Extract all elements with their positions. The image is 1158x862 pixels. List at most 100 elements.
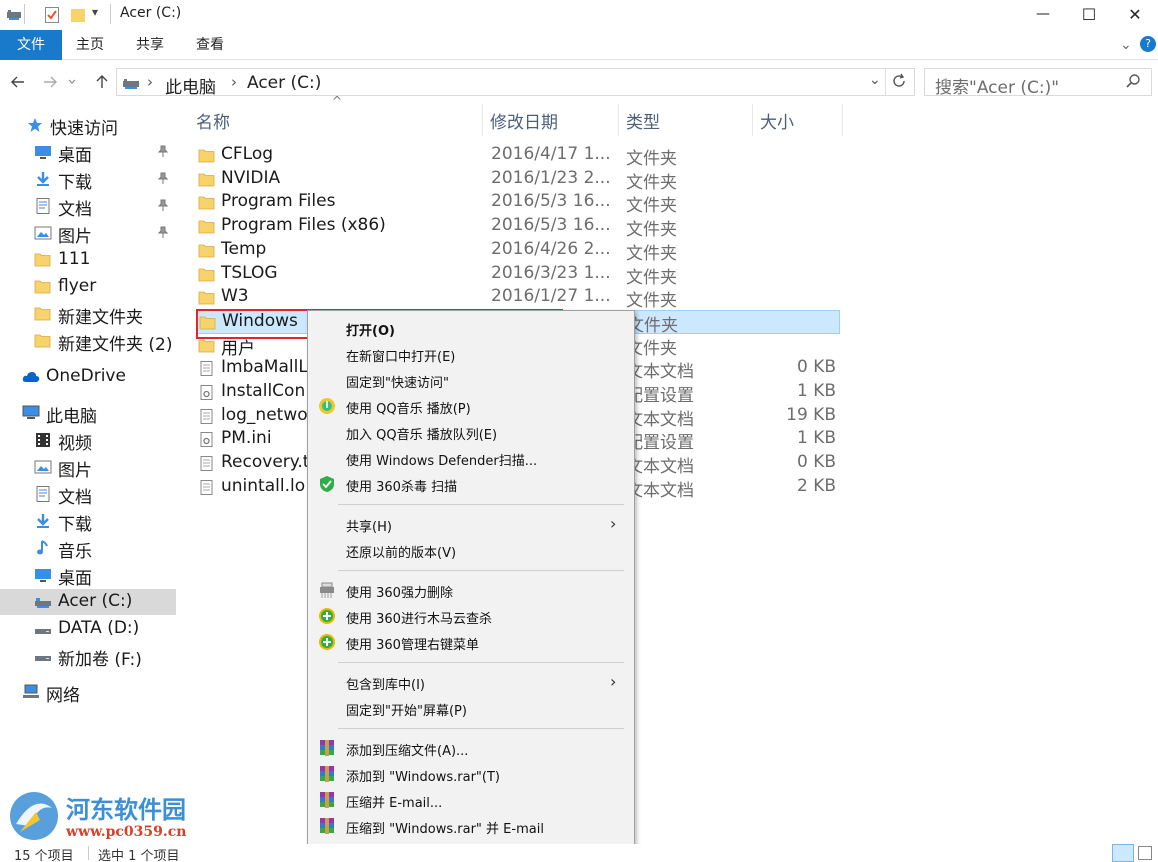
column-divider[interactable] <box>618 104 619 136</box>
quick-access-drive-icon[interactable] <box>6 6 22 24</box>
search-input[interactable]: 搜索"Acer (C:)" <box>935 73 1059 98</box>
nav-item[interactable]: 文档 <box>0 481 176 508</box>
menu-item-label: 使用 QQ音乐 播放(P) <box>346 402 471 417</box>
pin-icon[interactable] <box>157 145 169 160</box>
nav-item[interactable]: 新建文件夹 <box>0 301 176 328</box>
maximize-button[interactable]: ☐ <box>1066 0 1112 28</box>
nav-item[interactable]: 图片 <box>0 454 176 481</box>
close-button[interactable]: ✕ <box>1112 0 1158 28</box>
address-dropdown-icon[interactable]: ⌄ <box>869 72 881 88</box>
file-name: log_netwo <box>221 404 308 425</box>
customize-toolbar-icon[interactable]: ▾ <box>92 5 98 23</box>
minimize-button[interactable]: — <box>1020 0 1066 28</box>
column-header-name[interactable]: 名称 <box>196 104 230 136</box>
tab-file[interactable]: 文件 <box>0 30 62 60</box>
menu-item[interactable]: 还原以前的版本(V) <box>308 537 634 563</box>
nav-item[interactable]: 下载 <box>0 166 176 193</box>
chevron-down-icon <box>68 79 76 84</box>
large-icons-view-icon[interactable] <box>1138 846 1152 860</box>
back-button[interactable] <box>8 72 28 92</box>
menu-item[interactable]: 使用 360强力删除 <box>308 577 634 603</box>
properties-icon[interactable] <box>44 6 60 24</box>
menu-item[interactable]: 固定到"开始"屏幕(P) <box>308 695 634 721</box>
menu-item[interactable]: 在新窗口中打开(E) <box>308 341 634 367</box>
file-type: 配置设置 <box>626 386 694 406</box>
folder-icon <box>34 333 52 349</box>
new-folder-icon[interactable] <box>70 6 86 24</box>
file-row[interactable]: Temp 2016/4/26 2... 文件夹 <box>196 239 840 264</box>
pin-icon[interactable] <box>157 199 169 214</box>
column-header-date[interactable]: 修改日期 <box>490 104 558 136</box>
nav-item[interactable]: 网络 <box>0 679 176 706</box>
refresh-icon[interactable] <box>891 73 907 93</box>
nav-item[interactable]: DATA (D:) <box>0 616 176 642</box>
nav-item[interactable]: 视频 <box>0 427 176 454</box>
breadcrumb-this-pc[interactable]: 此电脑 <box>165 73 216 98</box>
menu-item[interactable]: 添加到 "Windows.rar"(T) <box>308 761 634 787</box>
menu-item[interactable]: 使用 360杀毒 扫描 <box>308 471 634 497</box>
nav-item[interactable]: 快速访问 <box>0 112 176 139</box>
menu-item[interactable]: 使用 360管理右键菜单 <box>308 629 634 655</box>
menu-item[interactable]: 打开(O) <box>308 315 634 341</box>
minimize-icon: — <box>1036 6 1050 22</box>
ribbon-expand-icon[interactable]: ⌄ <box>1120 37 1132 53</box>
pin-icon[interactable] <box>157 172 169 187</box>
up-button[interactable] <box>92 72 112 92</box>
menu-item[interactable]: 添加到压缩文件(A)... <box>308 735 634 761</box>
navigation-bar: › 此电脑 › Acer (C:) ⌄ 搜索"Acer (C:)" <box>0 60 1158 104</box>
menu-item[interactable]: 使用 360进行木马云查杀 <box>308 603 634 629</box>
menu-item[interactable]: 使用 QQ音乐 播放(P) <box>308 393 634 419</box>
nav-item[interactable]: 下载 <box>0 508 176 535</box>
nav-item[interactable]: 此电脑 <box>0 400 176 427</box>
nav-item[interactable]: 桌面 <box>0 562 176 589</box>
menu-item[interactable]: 压缩并 E-mail... <box>308 787 634 813</box>
help-icon[interactable]: ? <box>1140 36 1156 52</box>
column-divider[interactable] <box>482 104 483 136</box>
menu-item[interactable]: 加入 QQ音乐 播放队列(E) <box>308 419 634 445</box>
address-bar[interactable]: › 此电脑 › Acer (C:) ⌄ <box>116 68 915 98</box>
nav-item-label: flyer <box>58 276 97 296</box>
search-box[interactable]: 搜索"Acer (C:)" <box>924 68 1152 98</box>
menu-item-label: 包含到库中(I) <box>346 678 425 693</box>
config-file-icon <box>198 432 215 448</box>
pin-icon[interactable] <box>157 226 169 241</box>
nav-item[interactable]: 新加卷 (F:) <box>0 643 176 670</box>
column-divider[interactable] <box>842 104 843 136</box>
nav-item[interactable]: 桌面 <box>0 139 176 166</box>
menu-item[interactable]: 使用 Windows Defender扫描... <box>308 445 634 471</box>
file-row[interactable]: Program Files 2016/5/3 16... 文件夹 <box>196 191 840 216</box>
recent-locations-button[interactable] <box>66 72 78 92</box>
nav-item[interactable]: 111 <box>0 247 176 273</box>
desktop-icon <box>34 144 52 160</box>
submenu-arrow-icon: › <box>610 672 617 691</box>
file-row[interactable]: CFLog 2016/4/17 1... 文件夹 <box>196 144 840 169</box>
details-view-icon[interactable] <box>1112 844 1134 862</box>
file-row[interactable]: TSLOG 2016/3/23 1... 文件夹 <box>196 263 840 288</box>
nav-item[interactable]: flyer <box>0 274 176 300</box>
folder-icon <box>198 243 215 258</box>
nav-item[interactable]: 文档 <box>0 193 176 220</box>
menu-item[interactable]: 共享(H) › <box>308 511 634 537</box>
tab-view[interactable]: 查看 <box>180 30 240 60</box>
column-header-size[interactable]: 大小 <box>760 104 794 136</box>
column-header-type[interactable]: 类型 <box>626 104 660 136</box>
breadcrumb-acer-c[interactable]: Acer (C:) <box>247 73 321 93</box>
menu-item[interactable]: 包含到库中(I) › <box>308 669 634 695</box>
menu-item[interactable]: 固定到"快速访问" <box>308 367 634 393</box>
tab-home[interactable]: 主页 <box>60 30 120 60</box>
nav-item[interactable]: 新建文件夹 (2) <box>0 328 176 355</box>
nav-item-label: 文档 <box>58 488 92 508</box>
nav-item[interactable]: 图片 <box>0 220 176 247</box>
file-row[interactable]: NVIDIA 2016/1/23 2... 文件夹 <box>196 168 840 193</box>
forward-button[interactable] <box>40 72 60 92</box>
nav-item[interactable]: OneDrive <box>0 364 176 390</box>
nav-item[interactable]: Acer (C:) <box>0 589 176 615</box>
column-divider[interactable] <box>752 104 753 136</box>
nav-item[interactable]: 音乐 <box>0 535 176 562</box>
menu-item[interactable]: 压缩到 "Windows.rar" 并 E-mail <box>308 813 634 839</box>
file-row[interactable]: W3 2016/1/27 1... 文件夹 <box>196 286 840 311</box>
back-arrow-icon <box>11 76 24 88</box>
file-size: 19 KB <box>786 404 836 425</box>
file-row[interactable]: Program Files (x86) 2016/5/3 16... 文件夹 <box>196 215 840 240</box>
tab-share[interactable]: 共享 <box>120 30 180 60</box>
